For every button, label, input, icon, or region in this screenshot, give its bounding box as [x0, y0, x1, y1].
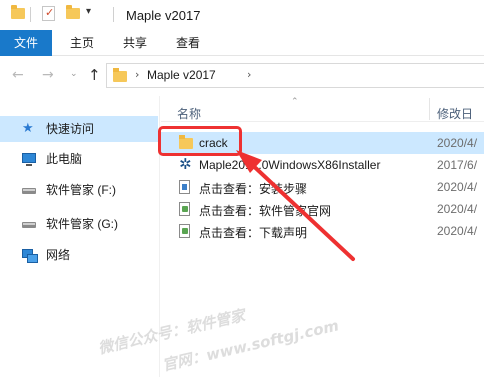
- annotation-arrow-icon: [236, 150, 355, 261]
- arrow-shaft: [245, 158, 355, 261]
